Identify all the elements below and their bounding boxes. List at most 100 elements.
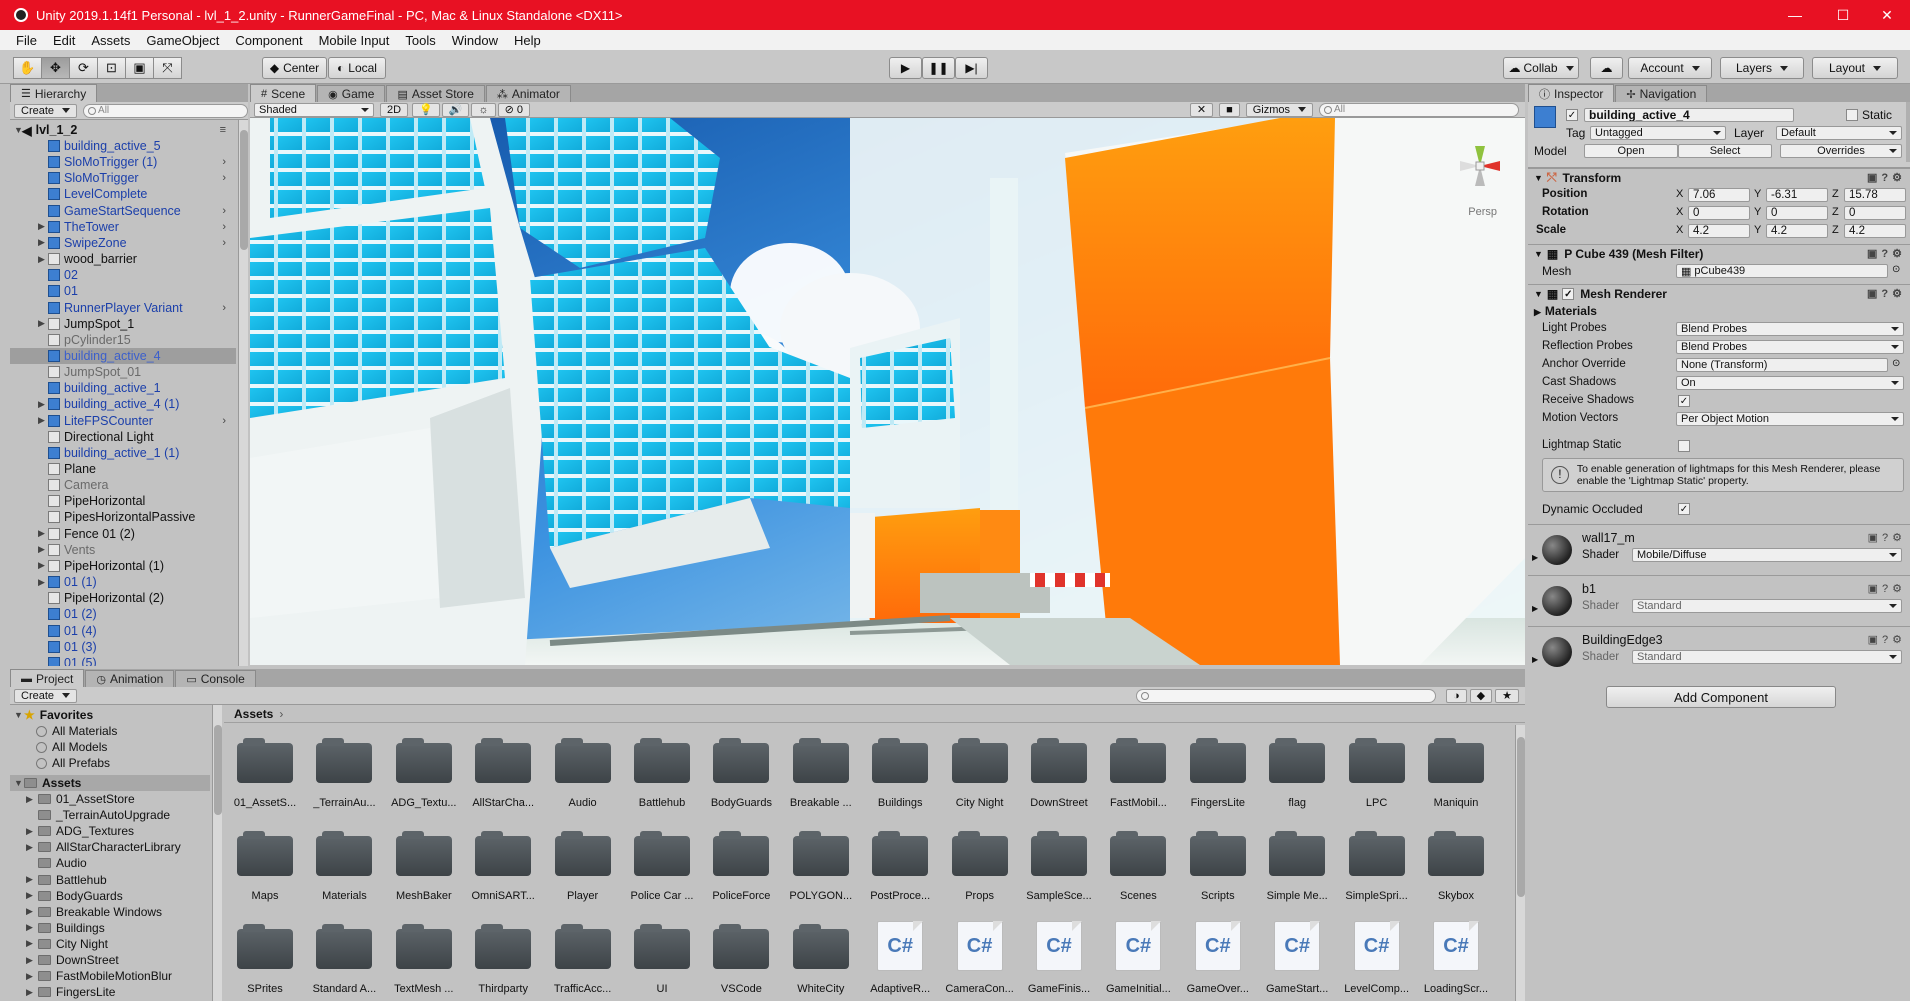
mode-2d-toggle[interactable]: 2D bbox=[380, 102, 409, 117]
foldout-open-icon[interactable]: ▼ bbox=[14, 778, 23, 788]
filter-type-icon[interactable]: ◑ bbox=[1446, 688, 1467, 703]
project-folder-item[interactable]: _TerrainAutoUpgrade bbox=[10, 807, 210, 823]
asset-folder[interactable]: flag bbox=[1262, 735, 1332, 825]
material-block[interactable]: ▶ BuildingEdge3 Shader Standard ▣?⚙ bbox=[1528, 626, 1910, 677]
scene-tools-icon[interactable]: ✕ bbox=[1189, 102, 1214, 117]
assets-root[interactable]: ▼ Assets bbox=[10, 775, 210, 791]
asset-script[interactable]: C# AdaptiveR... bbox=[865, 921, 935, 1001]
asset-folder[interactable]: Simple Me... bbox=[1262, 828, 1332, 918]
material-menu-icons[interactable]: ▣?⚙ bbox=[1868, 633, 1906, 646]
project-folder-item[interactable]: ▶ Battlehub bbox=[10, 872, 210, 888]
hierarchy-item[interactable]: 01 (5) bbox=[10, 655, 236, 666]
asset-folder[interactable]: Thirdparty bbox=[468, 921, 538, 1001]
hidden-objects-toggle[interactable]: ⊘ 0 bbox=[497, 102, 530, 117]
project-folder-item[interactable]: ▶ Buildings bbox=[10, 920, 210, 936]
open-prefab-chevron-icon[interactable]: › bbox=[222, 415, 226, 427]
menu-tools[interactable]: Tools bbox=[405, 33, 435, 48]
hierarchy-item[interactable]: Camera bbox=[10, 477, 236, 493]
project-folder-item[interactable]: Audio bbox=[10, 855, 210, 871]
move-tool-icon[interactable]: ✥ bbox=[41, 57, 70, 79]
layer-dropdown[interactable]: Default bbox=[1776, 126, 1902, 140]
hierarchy-item[interactable]: ▶ building_active_4 (1) bbox=[10, 396, 236, 412]
light-probes-dropdown[interactable]: Blend Probes bbox=[1676, 322, 1904, 336]
rotation-z-field[interactable]: 0 bbox=[1844, 206, 1906, 220]
asset-folder[interactable]: Materials bbox=[309, 828, 379, 918]
lighting-toggle-icon[interactable]: 💡 bbox=[412, 102, 440, 117]
scale-y-field[interactable]: 4.2 bbox=[1766, 224, 1828, 238]
open-button[interactable]: Open bbox=[1584, 144, 1678, 158]
tab-animator[interactable]: ⁂ Animator bbox=[485, 85, 571, 102]
foldout-closed-icon[interactable]: ▶ bbox=[38, 544, 45, 555]
asset-folder[interactable]: 01_AssetS... bbox=[230, 735, 300, 825]
foldout-closed-icon[interactable]: ▶ bbox=[26, 906, 33, 917]
hierarchy-item[interactable]: GameStartSequence › bbox=[10, 203, 236, 219]
menu-help[interactable]: Help bbox=[514, 33, 541, 48]
hierarchy-item[interactable]: PipeHorizontal (2) bbox=[10, 590, 236, 606]
persp-label[interactable]: Persp bbox=[1468, 206, 1497, 218]
asset-folder[interactable]: Standard A... bbox=[309, 921, 379, 1001]
hierarchy-item[interactable]: ▶ wood_barrier bbox=[10, 251, 236, 267]
material-menu-icons[interactable]: ▣?⚙ bbox=[1868, 582, 1906, 595]
project-folder-item[interactable]: ▶ 01_AssetStore bbox=[10, 791, 210, 807]
scale-x-field[interactable]: 4.2 bbox=[1688, 224, 1750, 238]
hierarchy-item[interactable]: ▶ 01 (1) bbox=[10, 574, 236, 590]
project-folder-item[interactable]: ▶ FingersLite bbox=[10, 984, 210, 1000]
rotation-x-field[interactable]: 0 bbox=[1688, 206, 1750, 220]
hierarchy-item[interactable]: ▶ Vents bbox=[10, 542, 236, 558]
menu-gameobject[interactable]: GameObject bbox=[146, 33, 219, 48]
hierarchy-item[interactable]: 01 (2) bbox=[10, 606, 236, 622]
foldout-closed-icon[interactable]: ▶ bbox=[38, 415, 45, 426]
hierarchy-item[interactable]: building_active_1 (1) bbox=[10, 445, 236, 461]
hierarchy-item[interactable]: 01 bbox=[10, 283, 236, 299]
tab-scene[interactable]: # Scene bbox=[250, 84, 317, 102]
asset-folder[interactable]: PostProce... bbox=[865, 828, 935, 918]
hierarchy-item[interactable]: SloMoTrigger (1) › bbox=[10, 154, 236, 170]
shading-mode-dropdown[interactable]: Shaded bbox=[254, 102, 374, 117]
hierarchy-item[interactable]: ▶ TheTower › bbox=[10, 219, 236, 235]
asset-folder[interactable]: Maniquin bbox=[1421, 735, 1491, 825]
project-folder-item[interactable]: ▶ Breakable Windows bbox=[10, 904, 210, 920]
add-component-button[interactable]: Add Component bbox=[1606, 686, 1836, 708]
scene-menu-icon[interactable]: ≡ bbox=[220, 124, 226, 136]
asset-folder[interactable]: ADG_Textu... bbox=[389, 735, 459, 825]
tab-animation[interactable]: ◷ Animation bbox=[85, 670, 175, 687]
component-menu-icons[interactable]: ▣?⚙ bbox=[1867, 287, 1906, 300]
asset-script[interactable]: C# GameStart... bbox=[1262, 921, 1332, 1001]
foldout-closed-icon[interactable]: ▶ bbox=[38, 577, 45, 588]
project-create-button[interactable]: Create bbox=[14, 688, 78, 703]
layout-dropdown[interactable]: Layout bbox=[1812, 57, 1898, 79]
hierarchy-item[interactable]: building_active_1 bbox=[10, 380, 236, 396]
component-menu-icons[interactable]: ▣?⚙ bbox=[1867, 247, 1906, 260]
asset-folder[interactable]: City Night bbox=[945, 735, 1015, 825]
reflection-probes-dropdown[interactable]: Blend Probes bbox=[1676, 340, 1904, 354]
tab-navigation[interactable]: ✢ Navigation bbox=[1615, 85, 1708, 102]
rotation-y-field[interactable]: 0 bbox=[1766, 206, 1828, 220]
hierarchy-item[interactable]: 01 (3) bbox=[10, 639, 236, 655]
hierarchy-item[interactable]: Plane bbox=[10, 461, 236, 477]
anchor-override-field[interactable]: None (Transform) bbox=[1676, 358, 1888, 372]
cloud-button[interactable]: ☁ bbox=[1590, 57, 1623, 79]
open-prefab-chevron-icon[interactable]: › bbox=[222, 156, 226, 168]
pivot-local-button[interactable]: ◐ Local bbox=[328, 57, 386, 79]
project-folder-item[interactable]: ▶ FastMobileMotionBlur bbox=[10, 968, 210, 984]
asset-folder[interactable]: Battlehub bbox=[627, 735, 697, 825]
dynamic-occluded-checkbox[interactable]: ✓ bbox=[1678, 503, 1690, 515]
materials-foldout[interactable]: ▶ Materials bbox=[1534, 304, 1597, 318]
asset-folder[interactable]: TrafficAcc... bbox=[548, 921, 618, 1001]
foldout-closed-icon[interactable]: ▶ bbox=[1532, 553, 1538, 562]
asset-folder[interactable]: TextMesh ... bbox=[389, 921, 459, 1001]
asset-folder[interactable]: Player bbox=[548, 828, 618, 918]
open-prefab-chevron-icon[interactable]: › bbox=[222, 172, 226, 184]
position-x-field[interactable]: 7.06 bbox=[1688, 188, 1750, 202]
foldout-closed-icon[interactable]: ▶ bbox=[38, 399, 45, 410]
asset-folder[interactable]: Skybox bbox=[1421, 828, 1491, 918]
cast-shadows-dropdown[interactable]: On bbox=[1676, 376, 1904, 390]
foldout-closed-icon[interactable]: ▶ bbox=[38, 254, 45, 265]
effects-toggle-icon[interactable]: ☼ bbox=[471, 102, 496, 117]
hierarchy-item[interactable]: LevelComplete bbox=[10, 186, 236, 202]
asset-folder[interactable]: POLYGON... bbox=[786, 828, 856, 918]
orientation-gizmo[interactable] bbox=[1455, 136, 1505, 196]
mesh-renderer-enabled-checkbox[interactable]: ✓ bbox=[1562, 287, 1575, 300]
shader-dropdown[interactable]: Standard bbox=[1632, 599, 1902, 613]
project-folder-item[interactable]: ▶ BodyGuards bbox=[10, 888, 210, 904]
